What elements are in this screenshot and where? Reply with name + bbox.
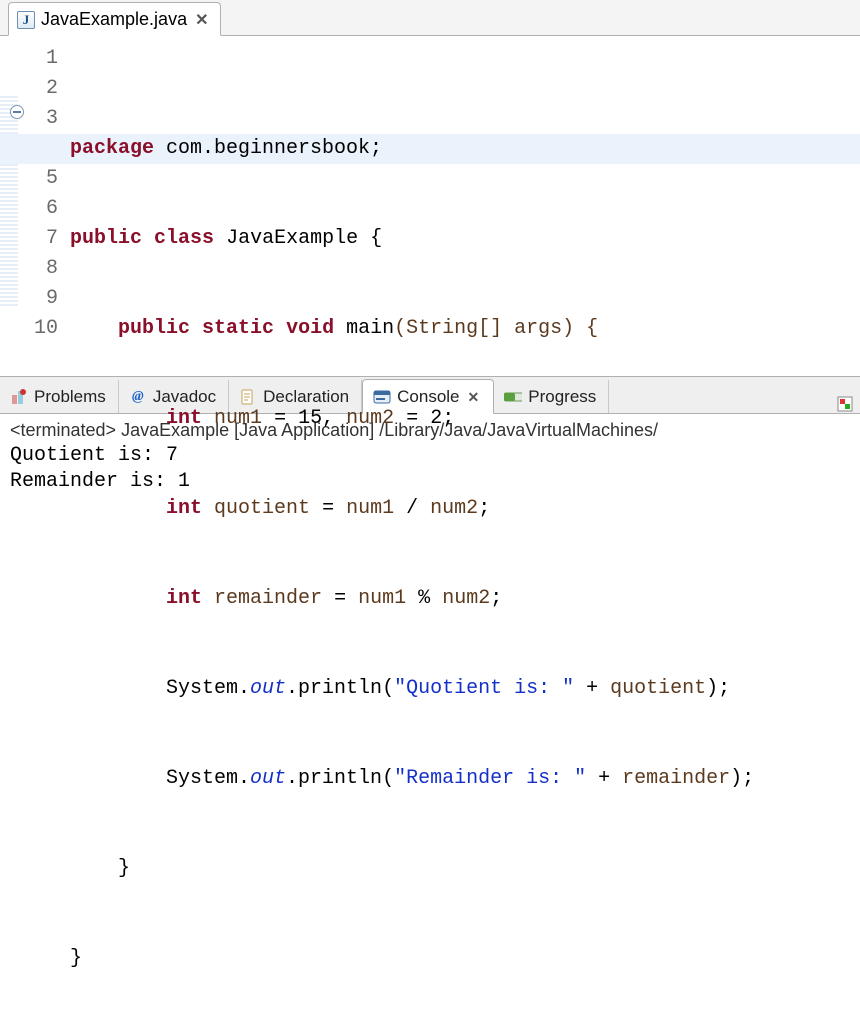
line-number: 10 (20, 314, 58, 344)
editor-tab-javaexample[interactable]: J JavaExample.java ✕ (8, 2, 221, 36)
folding-ruler (0, 36, 20, 376)
editor-tab-bar: J JavaExample.java ✕ (0, 0, 860, 36)
code-body[interactable]: package com.beginnersbook; public class … (64, 36, 860, 376)
line-number: 6 (20, 194, 58, 224)
annotation-ruler (0, 96, 18, 306)
fold-toggle-icon[interactable] (10, 105, 24, 119)
line-number: 3 (20, 104, 58, 134)
problems-icon (10, 388, 28, 406)
line-number: 8 (20, 254, 58, 284)
line-number: 9 (20, 284, 58, 314)
code-line: public static void main(String[] args) { (70, 314, 860, 344)
close-icon[interactable]: ✕ (193, 10, 210, 30)
line-number: 7 (20, 224, 58, 254)
java-file-icon: J (17, 11, 35, 29)
code-line: int quotient = num1 / num2; (70, 494, 860, 524)
code-line: System.out.println("Remainder is: " + re… (70, 764, 860, 794)
line-number: 2 (20, 74, 58, 104)
line-number-gutter: 1 2 3 4 5 6 7 8 9 10 (20, 36, 64, 376)
code-editor[interactable]: 1 2 3 4 5 6 7 8 9 10 package com.beginne… (0, 36, 860, 376)
line-number: 5 (20, 164, 58, 194)
code-line: System.out.println("Quotient is: " + quo… (70, 674, 860, 704)
code-line: int num1 = 15, num2 = 2; (70, 404, 860, 434)
editor-tab-label: JavaExample.java (41, 9, 187, 30)
code-line: public class JavaExample { (70, 224, 860, 254)
code-line: int remainder = num1 % num2; (70, 584, 860, 614)
code-line: } (70, 944, 860, 974)
code-line: } (70, 854, 860, 884)
line-number: 1 (20, 44, 58, 74)
